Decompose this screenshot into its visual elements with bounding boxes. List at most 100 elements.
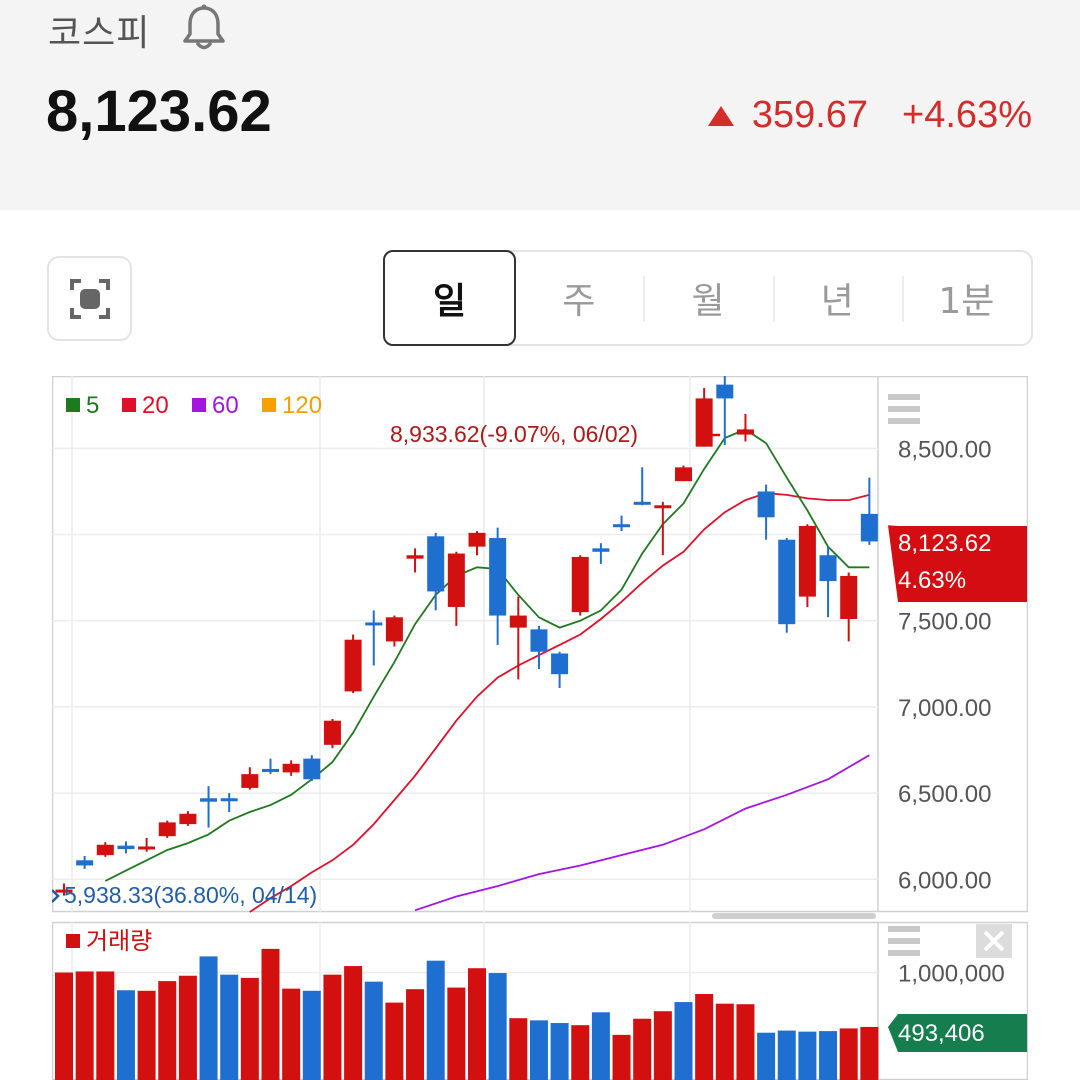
volume-bar [777, 1030, 796, 1080]
volume-bar [488, 973, 507, 1080]
low-annotation: 5,938.33(36.80%, 04/14) [64, 882, 317, 908]
current-price: 8,123.62 [46, 79, 272, 144]
volume-bar [220, 974, 239, 1080]
chart-area[interactable]: 8,500.00 7,500.00 7,000.00 6,500.00 6,000.00… [52, 376, 1028, 1080]
volume-bar [282, 988, 301, 1080]
legend-label: 60 [212, 392, 239, 419]
price-menu-icon[interactable] [888, 418, 920, 424]
legend-label: 거래량 [86, 927, 152, 955]
volume-bar [591, 1012, 610, 1080]
tab-1min[interactable]: 1분 [901, 252, 1031, 344]
tab-day[interactable]: 일 [383, 250, 517, 346]
candle-body [840, 575, 858, 620]
current-pct-label: 4.63% [898, 567, 966, 594]
tab-month[interactable]: 월 [643, 252, 772, 344]
high-annotation: 8,933.62(-9.07%, 06/02) [390, 421, 638, 447]
candle-body [860, 513, 878, 542]
candle-body [241, 774, 259, 788]
price-menu-icon[interactable] [888, 406, 920, 412]
candle-body [117, 845, 135, 850]
volume-bar [571, 1025, 590, 1080]
capture-icon [70, 279, 110, 319]
candle-body [613, 524, 631, 528]
volume-bar [860, 1026, 879, 1080]
candle-body [778, 539, 796, 625]
candle-body [489, 538, 507, 616]
volume-bar [75, 971, 94, 1080]
stock-chart[interactable]: 8,500.00 7,500.00 7,000.00 6,500.00 6,000.00… [52, 376, 1028, 1080]
volume-menu-icon[interactable] [888, 950, 920, 956]
index-name: 코스피 [48, 13, 151, 54]
candle-body [76, 860, 94, 866]
volume-tick-label: 1,000,000 [898, 961, 1005, 988]
volume-bar [364, 981, 383, 1080]
candle-body [158, 822, 176, 837]
candle-body [819, 555, 837, 582]
volume-bar [550, 1023, 569, 1080]
candle-body [220, 798, 238, 802]
candle-body [365, 622, 383, 626]
legend-swatch [66, 398, 80, 412]
candle-body [468, 532, 486, 547]
price-tick-label: 6,500.00 [898, 781, 991, 808]
candle-body [200, 798, 218, 802]
volume-bar [323, 974, 342, 1080]
legend-swatch [262, 398, 276, 412]
candle-body [654, 505, 672, 509]
quote-header: 코스피 8,123.62 359.67 +4.63% [0, 0, 1080, 210]
candle-body [262, 768, 279, 772]
legend-swatch [122, 398, 136, 412]
volume-bar [529, 1020, 548, 1080]
candle-body [798, 525, 816, 597]
volume-bar [695, 994, 714, 1080]
volume-bar [261, 948, 280, 1080]
candle-body [96, 844, 114, 856]
volume-menu-icon[interactable] [888, 938, 920, 944]
period-tabs: 일 주 월 년 1분 [383, 250, 1033, 346]
chart-scrollbar[interactable] [712, 913, 876, 919]
candle-body [323, 720, 341, 745]
volume-bar [757, 1032, 776, 1080]
candle-body [427, 536, 445, 592]
volume-bar [736, 1004, 755, 1080]
volume-bar [633, 1018, 652, 1080]
candle-body [736, 429, 754, 435]
price-menu-icon[interactable] [888, 394, 920, 400]
up-triangle-icon [707, 105, 734, 126]
bell-icon[interactable] [180, 2, 228, 52]
candle-body [447, 553, 465, 607]
legend-swatch [66, 934, 80, 948]
candle-body [406, 555, 424, 559]
volume-bar [819, 1031, 838, 1080]
volume-bar [116, 990, 135, 1080]
volume-bar [839, 1028, 858, 1080]
volume-bar [674, 1002, 693, 1080]
volume-bar [96, 971, 115, 1080]
tab-week[interactable]: 주 [514, 252, 643, 344]
volume-bar [178, 975, 197, 1080]
volume-bar [240, 977, 259, 1080]
volume-bar [385, 1002, 404, 1080]
candle-body [344, 639, 362, 692]
price-tick-label: 7,000.00 [898, 695, 991, 722]
legend-label: 20 [142, 392, 169, 419]
volume-bar [302, 990, 321, 1080]
candle-body [551, 653, 569, 675]
capture-button[interactable] [47, 256, 132, 341]
candle-body [303, 758, 321, 780]
legend-label: 120 [282, 392, 322, 419]
volume-bar [612, 1034, 631, 1080]
volume-bar [653, 1011, 672, 1080]
candle-body [179, 813, 197, 825]
price-tick-label: 6,000.00 [898, 867, 991, 894]
volume-menu-icon[interactable] [888, 926, 920, 932]
candle-body [282, 763, 300, 773]
volume-bar [715, 1003, 734, 1080]
current-volume-label: 493,406 [898, 1020, 985, 1047]
candle-body [571, 556, 589, 613]
candle-body [675, 467, 692, 482]
candle-body [509, 615, 527, 628]
tab-year[interactable]: 년 [772, 252, 902, 344]
candle-body [530, 629, 548, 652]
volume-bar [468, 968, 486, 1080]
